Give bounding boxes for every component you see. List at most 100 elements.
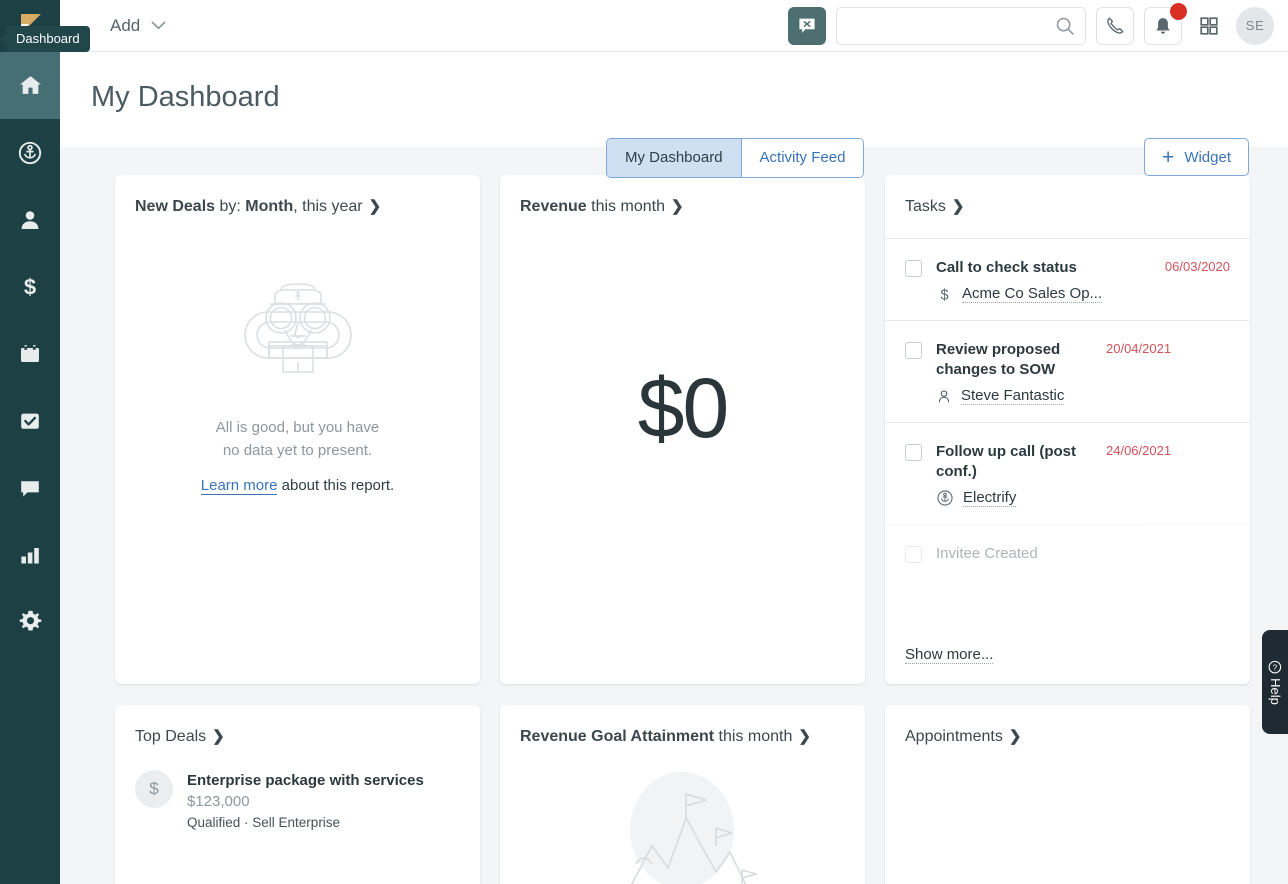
add-menu-button[interactable]: Add [110, 16, 166, 36]
help-label: Help [1267, 677, 1283, 705]
plus-icon: + [1162, 145, 1175, 169]
widget-top-deals-header[interactable]: Top Deals ❯ [115, 705, 480, 746]
deal-title: Enterprise package with services $123,00… [187, 770, 460, 812]
bar-chart-icon [21, 547, 39, 563]
widget-revenue: Revenue this month ❯ $0 [500, 175, 865, 684]
empty-state-text: All is good, but you have no data yet to… [216, 416, 379, 462]
chevron-right-icon[interactable]: ❯ [671, 197, 684, 215]
anchor-icon [937, 490, 953, 506]
dollar-icon: $ [135, 770, 173, 808]
learn-more-rest: about this report. [277, 477, 395, 494]
task-row[interactable]: Invitee Created [885, 524, 1250, 604]
checkbox-icon [21, 413, 39, 429]
task-related-link[interactable]: Acme Co Sales Op... [962, 285, 1103, 303]
task-related: Steve Fantastic [936, 387, 1096, 405]
chat-icon [21, 480, 39, 497]
bell-icon [1156, 17, 1170, 34]
search-input[interactable] [847, 17, 1055, 34]
chevron-right-icon[interactable]: ❯ [212, 727, 225, 745]
sidebar-item-companies[interactable] [0, 119, 60, 186]
widget-tasks-header[interactable]: Tasks ❯ [885, 175, 1250, 238]
widget-top-deals: Top Deals ❯ $ Enterprise package with se… [115, 705, 480, 884]
dashboard-tabs: My Dashboard Activity Feed [606, 138, 865, 178]
sidebar-item-home[interactable] [0, 52, 60, 119]
page-header: My Dashboard My Dashboard Activity Feed … [60, 52, 1288, 178]
widget-title: Appointments [905, 728, 1003, 745]
help-tab-content: ? Help [1267, 660, 1283, 705]
message-x-icon [799, 18, 815, 33]
deal-meta: Qualified · Sell Enterprise [187, 815, 341, 830]
sidebar-item-deals[interactable]: $ [0, 253, 60, 320]
list-item[interactable]: $ Enterprise package with services $123,… [115, 746, 480, 830]
widget-title: Revenue Goal Attainment [520, 728, 715, 745]
avatar[interactable]: SE [1236, 6, 1274, 45]
dashboard-widget-grid: New Deals by: Month , this year ❯ All is… [60, 147, 1288, 884]
sidebar-item-contacts[interactable] [0, 186, 60, 253]
task-checkbox[interactable] [905, 260, 922, 277]
widget-appointments-header[interactable]: Appointments ❯ [885, 705, 1250, 746]
chevron-right-icon[interactable]: ❯ [798, 727, 811, 745]
task-checkbox[interactable] [905, 342, 922, 359]
sidebar-item-conversations[interactable] [0, 454, 60, 521]
sailor-binoculars-illustration [243, 283, 352, 373]
global-search[interactable] [836, 6, 1086, 45]
widget-title: New Deals [135, 198, 216, 215]
deal-content: Enterprise package with services $123,00… [187, 770, 460, 830]
add-widget-button[interactable]: + Widget [1144, 138, 1249, 176]
left-navigation-rail: $ [0, 0, 60, 884]
widget-title: Revenue [520, 198, 587, 215]
task-row[interactable]: Follow up call (post conf.) Electrify 24… [885, 422, 1250, 524]
svg-text:$: $ [24, 275, 36, 299]
svg-text:$: $ [940, 287, 948, 302]
task-related-link[interactable]: Steve Fantastic [961, 387, 1065, 405]
nav-tooltip: Dashboard [0, 26, 90, 52]
widget-subtitle-by: by: [215, 198, 246, 215]
widget-period: this month [714, 728, 793, 745]
dollar-icon: $ [940, 287, 948, 302]
widget-revenue-goal-header[interactable]: Revenue Goal Attainment this month ❯ [500, 705, 865, 746]
show-more-link[interactable]: Show more... [905, 646, 994, 664]
task-checkbox[interactable] [905, 444, 922, 461]
task-due-date: 20/04/2021 [1106, 341, 1172, 356]
message-x-button[interactable] [788, 6, 826, 45]
calendar-icon [21, 344, 39, 362]
task-checkbox[interactable] [905, 546, 922, 563]
chevron-right-icon[interactable]: ❯ [1009, 727, 1022, 745]
apps-grid-button[interactable] [1192, 7, 1226, 45]
widget-period: this month [586, 198, 665, 215]
add-widget-label: Widget [1184, 148, 1231, 166]
task-row[interactable]: Call to check status $ Acme Co Sales Op.… [885, 238, 1250, 320]
task-title: Call to check status [936, 259, 1077, 276]
revenue-value: $0 [637, 361, 729, 455]
widget-revenue-goal-attainment: Revenue Goal Attainment this month ❯ [500, 705, 865, 884]
tab-my-dashboard[interactable]: My Dashboard [607, 139, 741, 177]
widget-new-deals-header[interactable]: New Deals by: Month , this year ❯ [115, 175, 480, 216]
phone-button[interactable] [1096, 6, 1134, 45]
widget-period: , this year [293, 198, 363, 215]
sidebar-item-settings[interactable] [0, 588, 60, 655]
tab-activity-feed[interactable]: Activity Feed [740, 139, 864, 177]
widget-appointments: Appointments ❯ [885, 705, 1250, 884]
task-content: Review proposed changes to SOW Steve Fan… [936, 340, 1096, 405]
help-tab-button[interactable]: ? Help [1262, 630, 1288, 734]
widget-revenue-header[interactable]: Revenue this month ❯ [500, 175, 865, 216]
task-related: Electrify [936, 489, 1096, 507]
widget-group-by-value: Month [245, 198, 294, 215]
task-row[interactable]: Review proposed changes to SOW Steve Fan… [885, 320, 1250, 422]
task-related: $ Acme Co Sales Op... [936, 285, 1155, 303]
chevron-right-icon[interactable]: ❯ [369, 197, 382, 215]
widget-title: Tasks [905, 198, 946, 215]
sidebar-item-tasks[interactable] [0, 387, 60, 454]
sidebar-item-calendar[interactable] [0, 320, 60, 387]
task-related-link[interactable]: Electrify [963, 489, 1017, 507]
task-due-date: 06/03/2020 [1164, 259, 1230, 274]
sidebar-item-reports[interactable] [0, 521, 60, 588]
learn-more-link[interactable]: Learn more [200, 477, 278, 495]
top-bar: Add SE [60, 0, 1288, 52]
task-content: Invitee Created [936, 544, 1230, 564]
chevron-right-icon[interactable]: ❯ [952, 197, 965, 215]
task-title: Follow up call (post conf.) [936, 443, 1076, 480]
notifications-button[interactable] [1144, 2, 1187, 45]
task-title: Review proposed changes to SOW [936, 341, 1061, 378]
search-icon[interactable] [1055, 16, 1075, 36]
